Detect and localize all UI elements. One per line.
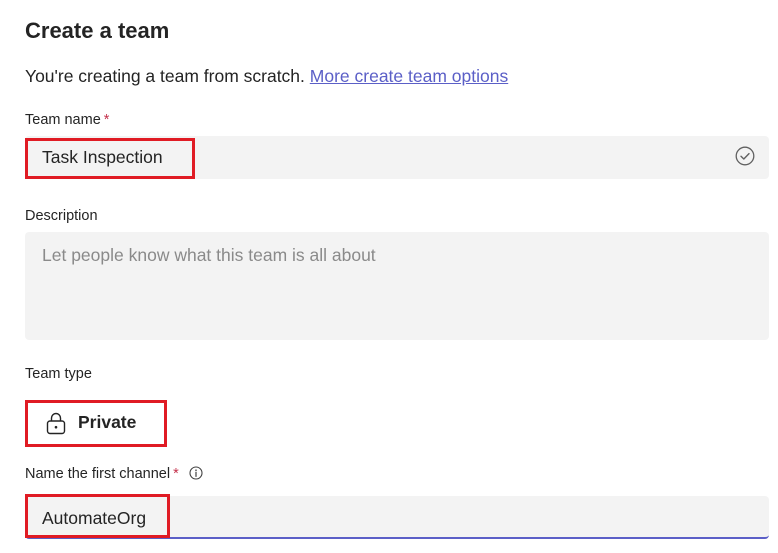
info-icon[interactable] bbox=[189, 466, 203, 480]
first-channel-field[interactable]: AutomateOrg bbox=[25, 496, 769, 539]
create-team-dialog: Create a team You're creating a team fro… bbox=[0, 0, 778, 553]
intro-text: You're creating a team from scratch. bbox=[25, 66, 305, 86]
team-type-label: Team type bbox=[25, 366, 92, 382]
team-name-label: Team name * bbox=[25, 112, 109, 128]
first-channel-label-text: Name the first channel bbox=[25, 466, 171, 482]
description-label: Description bbox=[25, 208, 98, 224]
team-name-value[interactable]: Task Inspection bbox=[42, 147, 163, 168]
description-field[interactable]: Let people know what this team is all ab… bbox=[25, 232, 769, 340]
team-name-field[interactable]: Task Inspection bbox=[25, 136, 769, 179]
team-type-dropdown[interactable]: Private bbox=[29, 404, 163, 442]
lock-icon bbox=[46, 412, 66, 435]
dialog-title: Create a team bbox=[25, 18, 170, 43]
intro-line: You're creating a team from scratch. Mor… bbox=[25, 66, 508, 87]
required-marker: * bbox=[173, 466, 179, 482]
first-channel-label: Name the first channel * bbox=[25, 466, 203, 482]
required-marker: * bbox=[103, 112, 110, 128]
check-circle-icon bbox=[735, 146, 755, 166]
first-channel-value[interactable]: AutomateOrg bbox=[42, 508, 146, 529]
team-name-label-text: Team name bbox=[25, 112, 101, 128]
more-create-team-options-link[interactable]: More create team options bbox=[310, 66, 508, 86]
description-placeholder: Let people know what this team is all ab… bbox=[42, 245, 376, 265]
team-type-value: Private bbox=[78, 412, 137, 432]
